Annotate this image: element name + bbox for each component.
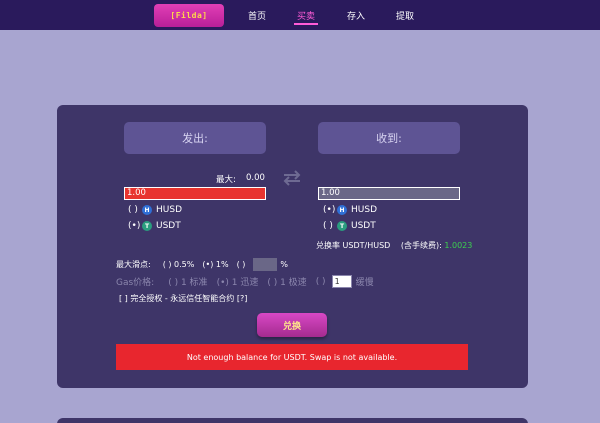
gas-label: Gas价格: <box>116 278 155 288</box>
gas-slow-label: 缓慢 <box>355 278 374 288</box>
to-token-usdt[interactable]: ( ) T USDT <box>323 221 376 231</box>
gas-option-standard[interactable]: ( ) 1 标准 <box>168 275 207 288</box>
second-card <box>57 418 528 423</box>
to-amount-input[interactable]: 1.00 <box>318 187 460 200</box>
nav-swap[interactable]: 买卖 <box>294 0 318 30</box>
radio-button[interactable]: (•) <box>323 205 337 215</box>
brand-logo-button[interactable]: [Filda] <box>154 4 224 27</box>
to-token-husd[interactable]: (•) H HUSD <box>323 205 377 215</box>
husd-icon: H <box>142 205 152 215</box>
gas-custom-input[interactable]: 1 <box>331 275 352 288</box>
rate-fee-label: (含手续费): <box>400 241 442 250</box>
slippage-custom-input[interactable] <box>253 258 278 271</box>
slippage-label: 最大滑点: <box>116 260 151 269</box>
exchange-rate: 兑换率 USDT/HUSD (含手续费): 1.0023 <box>316 240 472 251</box>
from-token-usdt[interactable]: (•) T USDT <box>128 221 181 231</box>
nav-deposit[interactable]: 存入 <box>344 0 368 30</box>
rate-value: 1.0023 <box>444 241 473 250</box>
max-value[interactable]: 0.00 <box>246 173 265 183</box>
gas-option-custom[interactable]: ( ) <box>316 277 326 287</box>
token-symbol: HUSD <box>351 205 377 215</box>
from-token-husd[interactable]: ( ) H HUSD <box>128 205 182 215</box>
gas-option-fast[interactable]: (•) 1 迅速 <box>217 275 259 288</box>
slippage-row: 最大滑点: ( ) 0.5% (•) 1% ( ) % <box>116 258 288 271</box>
slippage-unit: % <box>280 260 288 269</box>
from-amount-input[interactable]: 1.00 <box>124 187 266 200</box>
exchange-button[interactable]: 兑换 <box>257 313 327 337</box>
nav-home[interactable]: 首页 <box>245 0 269 30</box>
error-message: Not enough balance for USDT. Swap is not… <box>116 344 468 370</box>
radio-button[interactable]: ( ) <box>323 221 337 231</box>
token-symbol: HUSD <box>156 205 182 215</box>
slippage-option-1[interactable]: (•) 1% <box>202 260 228 269</box>
radio-button[interactable]: (•) <box>128 221 142 231</box>
swap-direction-icon[interactable] <box>282 169 302 187</box>
husd-icon: H <box>337 205 347 215</box>
slippage-option-0-5[interactable]: ( ) 0.5% <box>163 260 195 269</box>
max-label: 最大: <box>216 175 236 185</box>
gas-option-rapid[interactable]: ( ) 1 极速 <box>267 275 306 288</box>
nav-withdraw[interactable]: 提取 <box>393 0 417 30</box>
swap-card: 发出: 收到: 最大: 0.00 1.00 1.00 ( ) H HUSD (•… <box>57 105 528 388</box>
from-label-pill: 发出: <box>124 122 266 154</box>
token-symbol: USDT <box>156 221 181 231</box>
top-nav-bar: [Filda] 首页 买卖 存入 提取 <box>0 0 600 30</box>
token-symbol: USDT <box>351 221 376 231</box>
radio-button[interactable]: ( ) <box>128 205 142 215</box>
usdt-icon: T <box>142 221 152 231</box>
rate-label: 兑换率 USDT/HUSD <box>316 241 391 250</box>
to-label-pill: 收到: <box>318 122 460 154</box>
slippage-option-custom[interactable]: ( ) <box>237 260 246 269</box>
usdt-icon: T <box>337 221 347 231</box>
approve-checkbox-row[interactable]: [ ] 完全授权 - 永远信任智能合约 [?] <box>119 293 247 304</box>
gas-price-row: Gas价格: ( ) 1 标准 (•) 1 迅速 ( ) 1 极速 ( ) 1 … <box>116 275 374 288</box>
